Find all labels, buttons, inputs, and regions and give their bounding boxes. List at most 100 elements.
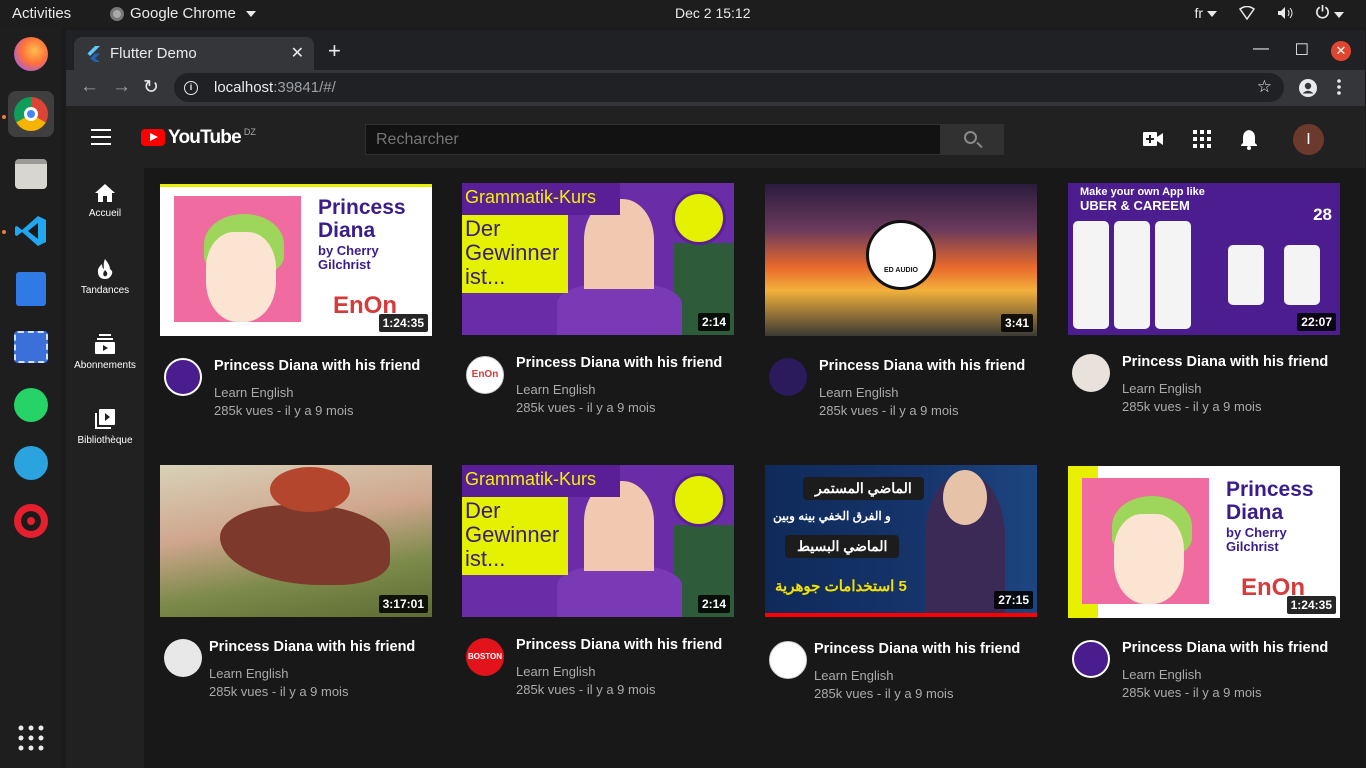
notifications-bell-icon[interactable] [1240,129,1258,150]
thumb-logo-text: ED AUDIO [884,267,918,274]
channel-avatar[interactable] [1072,640,1110,678]
channel-name[interactable]: Learn English [1122,381,1202,396]
youtube-app: YouTube DZ I Accueil Tandances Abonnemen… [66,106,1365,768]
duration-badge: 3:17:01 [378,595,428,613]
video-thumbnail[interactable]: 3:17:01 [160,465,432,617]
thumb-word: Make your own App like [1080,186,1205,198]
system-tray[interactable]: fr [1194,4,1344,22]
new-tab-button[interactable]: + [328,40,341,62]
channel-name[interactable]: Learn English [819,385,899,400]
menu-kebab-icon[interactable] [1336,78,1342,96]
create-video-icon[interactable] [1143,132,1163,146]
forward-button[interactable]: → [112,76,131,98]
video-title[interactable]: Princess Diana with his friend [819,358,1025,374]
nav-item-subscriptions[interactable]: Abonnements [66,334,144,371]
bookmark-star-icon[interactable]: ☆ [1257,77,1272,97]
video-thumbnail[interactable]: Grammatik-Kurs Der Gewinner ist... 2:14 [462,465,734,617]
video-thumbnail[interactable]: Make your own App like UBER & CAREEM 28 2… [1068,183,1340,335]
channel-name[interactable]: Learn English [814,668,894,683]
video-thumbnail[interactable]: Princess Diana by Cherry Gilchrist EnOn 1:… [160,184,432,336]
video-meta: 285k vues - il y a 9 mois [214,403,354,418]
address-bar[interactable]: i localhost:39841/#/ ☆ [174,73,1284,102]
duration-badge: 2:14 [697,595,730,613]
channel-name[interactable]: Learn English [1122,667,1202,682]
reload-button[interactable]: ↻ [143,76,159,99]
channel-avatar[interactable]: BOSTON [466,638,504,676]
thumb-caption: 5 استخدامات جوهرية [775,578,907,595]
url-host: localhost [214,79,274,96]
duration-badge: 1:24:35 [378,314,428,332]
show-apps-button[interactable] [8,715,54,761]
dock-chrome[interactable] [8,91,54,137]
video-thumbnail[interactable]: ED AUDIO 3:41 [765,184,1037,336]
thumb-art [557,283,682,335]
screenshot-icon [14,331,48,363]
nav-item-home[interactable]: Accueil [66,184,144,219]
dock-firefox[interactable] [8,31,54,77]
dock-opera[interactable] [8,498,54,544]
channel-name[interactable]: Learn English [214,385,294,400]
activities-button[interactable]: Activities [12,5,71,22]
system-top-bar: Activities Google Chrome Dec 2 15:12 fr [0,0,1366,27]
thumb-title: Princess Diana [318,196,406,242]
video-title[interactable]: Princess Diana with his friend [516,637,722,653]
channel-avatar[interactable]: EnOn [466,356,504,394]
video-title[interactable]: Princess Diana with his friend [1122,354,1328,370]
thumb-word: Diana [318,219,376,242]
tab-flutter-demo[interactable]: Flutter Demo ✕ [74,37,314,70]
channel-avatar[interactable] [769,641,807,679]
window-close-button[interactable]: ✕ [1331,41,1351,61]
thumb-word: Princess [1226,478,1314,501]
channel-name[interactable]: Learn English [516,664,596,679]
account-avatar[interactable]: I [1293,124,1324,155]
channel-avatar[interactable] [1072,354,1110,392]
dock-files[interactable] [8,151,54,197]
video-title[interactable]: Princess Diana with his friend [516,355,722,371]
dock-telegram[interactable] [8,440,54,486]
channel-avatar[interactable] [164,358,202,396]
minimize-button[interactable]: — [1253,40,1269,58]
nav-item-library[interactable]: Bibliothèque [66,409,144,446]
back-button[interactable]: ← [80,76,99,98]
clock[interactable]: Dec 2 15:12 [675,5,751,21]
video-title[interactable]: Princess Diana with his friend [1122,640,1328,656]
profile-icon[interactable] [1298,78,1318,98]
channel-avatar[interactable] [164,639,202,677]
volume-icon[interactable] [1277,6,1293,20]
thumb-art [943,470,987,525]
channel-name[interactable]: Learn English [209,666,289,681]
network-icon[interactable] [1239,6,1255,20]
thumb-word: Princess [318,196,406,219]
dock-vscode[interactable] [8,208,54,254]
language-indicator[interactable]: fr [1194,5,1217,21]
dock-screenshot[interactable] [8,324,54,370]
app-menu[interactable]: Google Chrome [110,5,256,22]
hamburger-menu-icon[interactable] [91,129,111,150]
video-meta: 285k vues - il y a 9 mois [516,400,656,415]
thumb-subtitle: Der Gewinner ist... [462,215,568,293]
maximize-button[interactable]: ☐ [1295,40,1309,60]
channel-name[interactable]: Learn English [516,382,596,397]
search-button[interactable] [941,124,1004,155]
video-title[interactable]: Princess Diana with his friend [209,639,415,655]
thumb-word: Gilchrist [318,257,371,272]
nav-item-trending[interactable]: Tandances [66,259,144,296]
duration-badge: 3:41 [1000,314,1033,332]
search-input[interactable] [365,124,941,155]
channel-avatar[interactable] [769,358,807,396]
video-title[interactable]: Princess Diana with his friend [214,358,420,374]
apps-grid-icon[interactable] [1193,130,1211,148]
thumb-title: Grammatik-Kurs [462,465,620,497]
library-icon [95,409,115,429]
video-thumbnail[interactable]: Princess Diana by Cherry Gilchrist EnOn 1:… [1068,466,1340,618]
dock-tasks[interactable] [8,266,54,312]
thumb-subtitle: Der Gewinner ist... [462,497,568,575]
site-info-icon[interactable]: i [184,80,198,95]
tab-close-button[interactable]: ✕ [291,43,304,63]
dock-whatsapp[interactable] [8,382,54,428]
youtube-logo[interactable]: YouTube DZ [141,127,256,149]
power-menu[interactable] [1315,4,1344,22]
video-thumbnail[interactable]: الماضي المستمر و الفرق الخفي بينه وبين ا… [765,465,1037,617]
video-title[interactable]: Princess Diana with his friend [814,641,1020,657]
video-thumbnail[interactable]: Grammatik-Kurs Der Gewinner ist... 2:14 [462,183,734,335]
